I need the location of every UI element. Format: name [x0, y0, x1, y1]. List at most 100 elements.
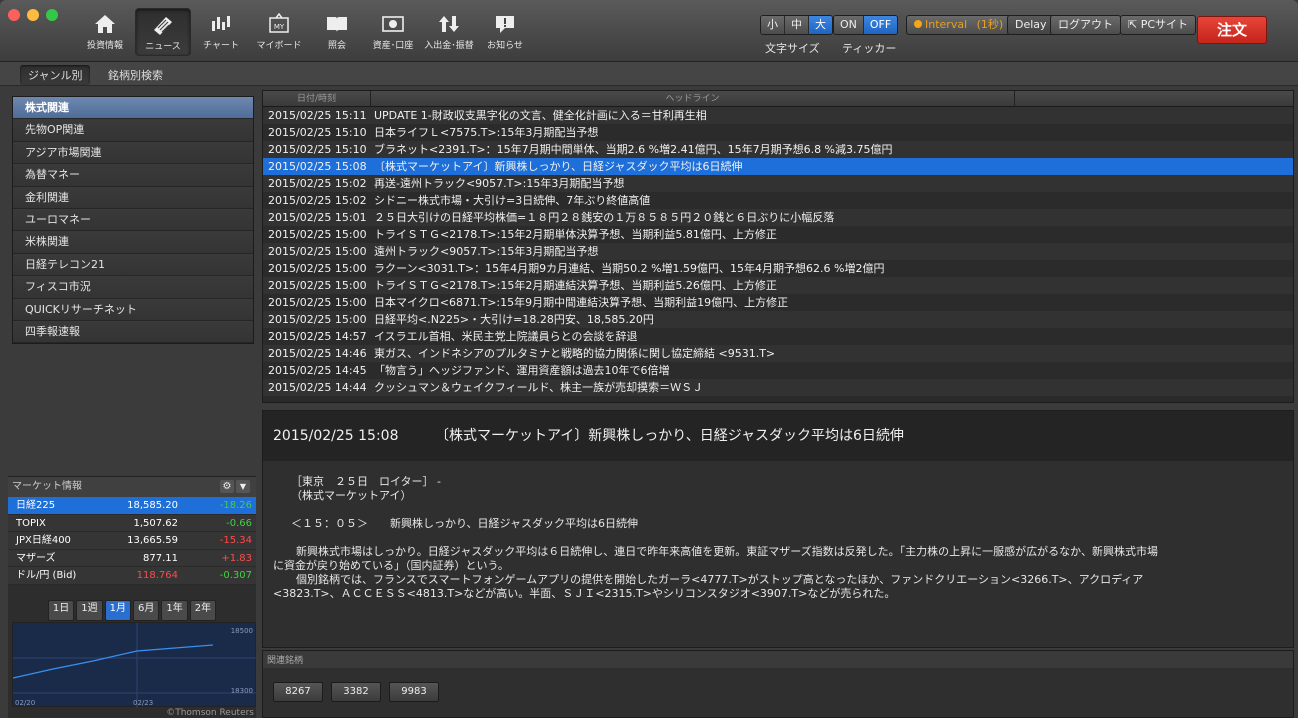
- article-body: ［東京 ２５日 ロイター］ - （株式マーケットアイ） ＜１５：０５＞ 新興株し…: [263, 461, 1293, 601]
- pc-site-button[interactable]: ⇱ PCサイト: [1120, 15, 1197, 35]
- news-row[interactable]: 2015/02/25 15:00 トライＳＴＧ<2178.T>:15年2月期連結決…: [263, 277, 1293, 294]
- ticker-label: ティッカー: [842, 42, 897, 55]
- font-size-small[interactable]: 小: [761, 16, 785, 34]
- close-window-button[interactable]: [8, 9, 20, 21]
- market-name: TOPIX: [16, 517, 46, 529]
- nav-inquiry[interactable]: 照会: [309, 8, 365, 56]
- chart-line: [12, 644, 214, 679]
- genre-item-nikkei-telecom[interactable]: 日経テレコン21: [13, 253, 253, 277]
- news-row[interactable]: 2015/02/25 14:44 クッシュマン＆ウェイクフィールド、株主一族が売却…: [263, 379, 1293, 396]
- news-date: 2015/02/25 15:01: [268, 211, 367, 224]
- nav-myboard[interactable]: MY マイボード: [251, 8, 307, 56]
- news-row[interactable]: 2015/02/25 15:11 UPDATE 1-財政収支黒字化の文言、健全化計…: [263, 107, 1293, 124]
- period-1y[interactable]: 1年: [161, 600, 188, 621]
- genre-item-quick[interactable]: QUICKリサーチネット: [13, 298, 253, 321]
- news-row[interactable]: 2015/02/25 15:02 シドニー株式市場・大引け=3日続伸、7年ぶり終値…: [263, 192, 1293, 209]
- gear-icon[interactable]: ⚙: [220, 480, 234, 493]
- column-headline[interactable]: ヘッドライン: [371, 91, 1015, 107]
- ticker-on[interactable]: ON: [834, 16, 864, 34]
- news-row[interactable]: 2015/02/25 15:01 ２５日大引けの日経平均株価=１８円２８銭安の１万…: [263, 209, 1293, 226]
- market-change: -0.66: [226, 517, 252, 529]
- nav-label: ニュース: [145, 42, 181, 52]
- genre-item-asia[interactable]: アジア市場関連: [13, 141, 253, 165]
- column-date[interactable]: 日付/時刻: [263, 91, 371, 107]
- article-line: （株式マーケットアイ）: [291, 489, 412, 502]
- interval-button[interactable]: Interval (1秒): [906, 15, 1012, 35]
- delay-button[interactable]: Delay: [1007, 15, 1055, 35]
- news-row[interactable]: 2015/02/25 15:00 トライＳＴＧ<2178.T>:15年2月期単体決…: [263, 226, 1293, 243]
- market-row[interactable]: ドル/円 (Bid) 118.764 -0.307: [8, 567, 256, 585]
- related-title: 関連銘柄: [263, 651, 1293, 668]
- news-row[interactable]: 2015/02/25 15:00 日本マイクロ<6871.T>:15年9月期中間連…: [263, 294, 1293, 311]
- genre-item-stocks[interactable]: 株式関連: [13, 97, 253, 120]
- nav-news[interactable]: ニュース: [135, 8, 191, 56]
- font-size-medium[interactable]: 中: [785, 16, 809, 34]
- zoom-window-button[interactable]: [46, 9, 58, 21]
- news-headline: 〔株式マーケットアイ〕新興株しっかり、日経ジャスダック平均は6日続伸: [374, 160, 743, 173]
- period-2y[interactable]: 2年: [189, 600, 217, 621]
- ticker-off[interactable]: OFF: [863, 16, 898, 34]
- mini-chart-svg: 18500 18300 02/20 02/23: [12, 623, 257, 708]
- market-row[interactable]: TOPIX 1,507.62 -0.66: [8, 514, 256, 533]
- news-row[interactable]: 2015/02/25 15:00 遠州トラック<9057.T>:15年3月期配当予…: [263, 243, 1293, 260]
- news-row[interactable]: 2015/02/25 14:57 イスラエル首相、米民主党上院議員らとの会談を辞退: [263, 328, 1293, 345]
- order-button[interactable]: 注文: [1197, 16, 1267, 44]
- market-value: 877.11: [143, 552, 178, 564]
- related-code-button[interactable]: 3382: [331, 682, 381, 702]
- market-change: -18.26: [219, 500, 252, 511]
- market-row[interactable]: JPX日経400 13,665.59 -15.34: [8, 532, 256, 550]
- news-headline: UPDATE 1-財政収支黒字化の文言、健全化計画に入る＝甘利再生相: [374, 109, 707, 122]
- genre-item-rates[interactable]: 金利関連: [13, 186, 253, 209]
- genre-item-us-stocks[interactable]: 米株関連: [13, 231, 253, 254]
- nav-chart[interactable]: チャート: [193, 8, 249, 56]
- font-size-large[interactable]: 大: [809, 16, 832, 34]
- news-table: 日付/時刻 ヘッドライン 2015/02/25 15:11 UPDATE 1-財政…: [262, 90, 1294, 403]
- news-date: 2015/02/25 15:10: [268, 126, 367, 139]
- news-row[interactable]: 2015/02/25 15:10 ブラネット<2391.T>：15年7月期中間単体…: [263, 141, 1293, 158]
- news-row[interactable]: 2015/02/25 14:46 東ガス、インドネシアのプルタミナと戦略的協力関係…: [263, 345, 1293, 362]
- market-value: 118.764: [136, 570, 178, 582]
- period-1w[interactable]: 1週: [76, 600, 103, 621]
- nav-label: 資産･口座: [372, 41, 414, 51]
- genre-item-fx[interactable]: 為替マネー: [13, 164, 253, 187]
- related-code-button[interactable]: 8267: [273, 682, 323, 702]
- interval-label: Interval: [925, 18, 968, 31]
- genre-item-shikiho[interactable]: 四季報速報: [13, 320, 253, 344]
- tab-by-genre[interactable]: ジャンル別: [20, 65, 91, 85]
- chart-x-mid: 02/23: [133, 699, 153, 707]
- market-panel: マーケット情報 ⚙ ▼ 日経225 18,585.20 -18.26 TOPIX…: [8, 476, 257, 718]
- news-headline: ラクーン<3031.T>：15年4月期9カ月連結、当期50.2 %増1.59億円…: [374, 262, 885, 275]
- nav-investment-info[interactable]: 投資情報: [77, 8, 133, 56]
- genre-item-futures[interactable]: 先物OP関連: [13, 119, 253, 142]
- news-row[interactable]: 2015/02/25 15:08 〔株式マーケットアイ〕新興株しっかり、日経ジャス…: [263, 158, 1293, 175]
- genre-item-euro[interactable]: ユーロマネー: [13, 208, 253, 232]
- related-code-button[interactable]: 9983: [389, 682, 439, 702]
- news-row[interactable]: 2015/02/25 15:10 日本ライフＬ<7575.T>:15年3月期配当予…: [263, 124, 1293, 141]
- dropdown-icon[interactable]: ▼: [236, 480, 250, 493]
- period-1m[interactable]: 1月: [104, 600, 131, 621]
- news-date: 2015/02/25 14:57: [268, 330, 367, 343]
- news-row[interactable]: 2015/02/25 15:02 再送-遠州トラック<9057.T>:15年3月期…: [263, 175, 1293, 192]
- logout-button[interactable]: ログアウト: [1050, 15, 1121, 35]
- news-date: 2015/02/25 15:00: [268, 245, 367, 258]
- market-row[interactable]: マザーズ 877.11 +1.83: [8, 549, 256, 568]
- tab-by-stock[interactable]: 銘柄別検索: [100, 65, 171, 85]
- article-title-bar: 2015/02/25 15:08 〔株式マーケットアイ〕新興株しっかり、日経ジャ…: [263, 411, 1293, 461]
- period-1d[interactable]: 1日: [47, 600, 75, 621]
- news-headline: 日本ライフＬ<7575.T>:15年3月期配当予想: [374, 126, 599, 139]
- genre-item-fisco[interactable]: フィスコ市況: [13, 276, 253, 299]
- news-rows: 2015/02/25 15:11 UPDATE 1-財政収支黒字化の文言、健全化計…: [263, 107, 1293, 396]
- nav-notice[interactable]: お知らせ: [477, 8, 533, 56]
- news-row[interactable]: 2015/02/25 14:45 「物言う」ヘッジファンド、運用資産額は過去10年…: [263, 362, 1293, 379]
- article-panel: 2015/02/25 15:08 〔株式マーケットアイ〕新興株しっかり、日経ジャ…: [262, 410, 1294, 648]
- nav-transfer[interactable]: 入出金･振替: [421, 8, 477, 56]
- nav-label: チャート: [203, 41, 239, 51]
- nav-assets[interactable]: 資産･口座: [365, 8, 421, 56]
- period-6m[interactable]: 6月: [133, 600, 160, 621]
- status-dot-icon: [914, 20, 922, 28]
- market-row[interactable]: 日経225 18,585.20 -18.26: [8, 497, 256, 515]
- news-row[interactable]: 2015/02/25 15:00 日経平均<.N225>・大引け=18.28円安、…: [263, 311, 1293, 328]
- news-row[interactable]: 2015/02/25 15:00 ラクーン<3031.T>：15年4月期9カ月連結…: [263, 260, 1293, 277]
- external-link-icon: ⇱: [1128, 18, 1138, 31]
- minimize-window-button[interactable]: [27, 9, 39, 21]
